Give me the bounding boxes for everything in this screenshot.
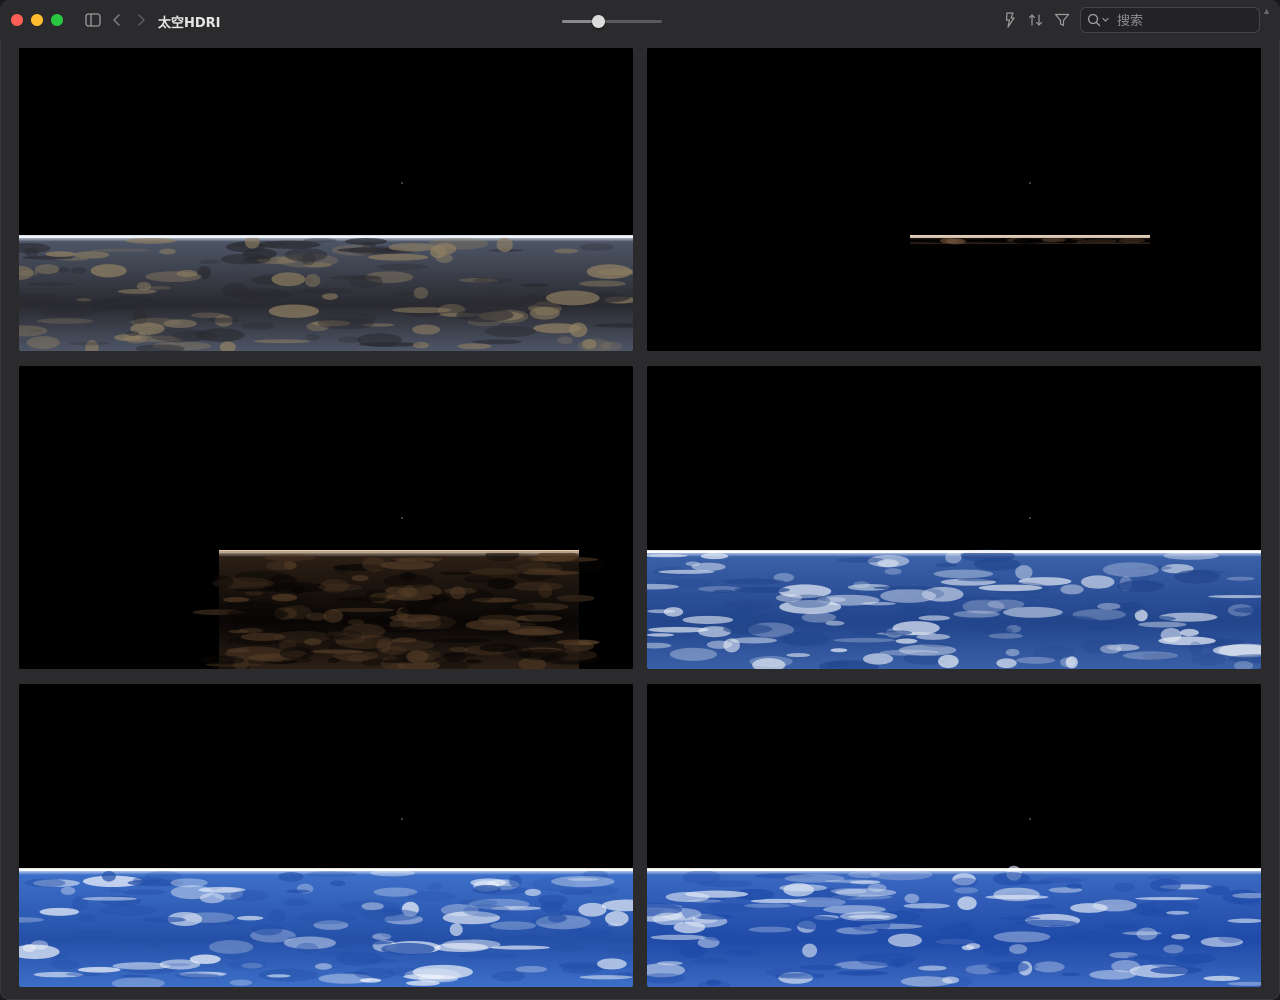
finder-window: 太空HDRI ▲ bbox=[0, 0, 1280, 1000]
search-input[interactable] bbox=[1115, 11, 1259, 31]
hdri-thumbnail[interactable] bbox=[647, 366, 1261, 669]
funnel-icon bbox=[1054, 13, 1070, 27]
hdri-preview-image bbox=[647, 684, 1261, 987]
slider-knob[interactable] bbox=[592, 15, 605, 28]
minimize-button[interactable] bbox=[31, 14, 43, 26]
sidebar-icon bbox=[85, 13, 101, 27]
hdri-thumbnail[interactable] bbox=[19, 366, 633, 669]
quick-actions-button[interactable] bbox=[1000, 10, 1020, 30]
hdri-preview-image bbox=[19, 366, 633, 669]
hdri-thumbnail[interactable] bbox=[647, 48, 1261, 351]
zoom-button[interactable] bbox=[51, 14, 63, 26]
scroll-up-indicator-icon: ▲ bbox=[1262, 6, 1271, 16]
hdri-preview-image bbox=[647, 366, 1261, 669]
lightning-icon bbox=[1004, 12, 1016, 28]
magnifier-icon[interactable] bbox=[1087, 13, 1111, 32]
toolbar: 太空HDRI ▲ bbox=[0, 0, 1280, 40]
sort-button[interactable] bbox=[1026, 10, 1046, 30]
close-button[interactable] bbox=[11, 14, 23, 26]
hdri-thumbnail[interactable] bbox=[647, 684, 1261, 987]
filter-button[interactable] bbox=[1052, 10, 1072, 30]
hdri-thumbnail[interactable] bbox=[19, 48, 633, 351]
forward-button[interactable] bbox=[131, 10, 151, 30]
hdri-preview-image bbox=[19, 684, 633, 987]
icon-size-slider[interactable] bbox=[562, 15, 662, 28]
window-title: 太空HDRI bbox=[158, 16, 221, 31]
search-field[interactable] bbox=[1080, 7, 1260, 33]
hdri-preview-image bbox=[19, 48, 633, 351]
hdri-preview-image bbox=[647, 48, 1261, 351]
sidebar-toggle-button[interactable] bbox=[83, 10, 103, 30]
sort-arrows-icon bbox=[1028, 13, 1044, 27]
chevron-left-icon bbox=[112, 13, 122, 27]
chevron-right-icon bbox=[136, 13, 146, 27]
back-button[interactable] bbox=[107, 10, 127, 30]
hdri-thumbnail[interactable] bbox=[19, 684, 633, 987]
